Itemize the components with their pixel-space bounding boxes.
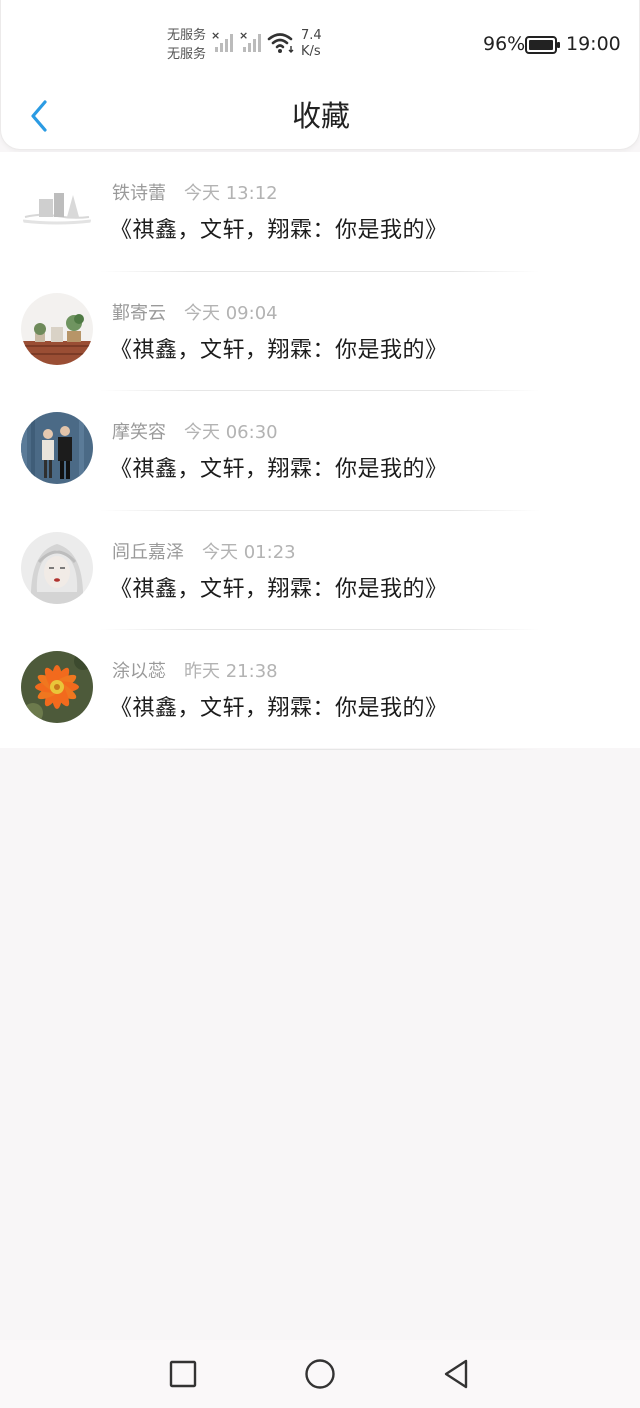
author-name: 涂以蕊 [112, 661, 166, 683]
home-button[interactable] [300, 1354, 340, 1394]
triangle-back-icon [444, 1359, 468, 1389]
network-speed-unit: K/s [301, 44, 321, 59]
avatar[interactable] [21, 412, 93, 485]
avatar[interactable] [21, 651, 93, 724]
item-time: 昨天 21:38 [184, 661, 278, 683]
item-meta: 涂以蕊 昨天 21:38 [112, 657, 278, 683]
carrier-status-line1: 无服务 [167, 28, 207, 43]
sketch-landscape-avatar [21, 173, 93, 245]
favorite-item[interactable]: 鄞寄云 今天 09:04 《祺鑫，文轩，翔霖：你是我的》 [0, 272, 640, 392]
favorite-item[interactable]: 涂以蕊 昨天 21:38 《祺鑫，文轩，翔霖：你是我的》 [0, 630, 640, 750]
favorite-item[interactable]: 摩笑容 今天 06:30 《祺鑫，文轩，翔霖：你是我的》 [0, 391, 640, 511]
system-nav-bar [0, 1340, 640, 1408]
wifi-icon [267, 33, 294, 53]
system-back-button[interactable] [436, 1354, 476, 1394]
network-speed-value: 7.4 [301, 28, 322, 43]
item-content: 《祺鑫，文轩，翔霖：你是我的》 [110, 337, 448, 363]
item-time: 今天 13:12 [184, 183, 278, 204]
item-content: 《祺鑫，文轩，翔霖：你是我的》 [110, 696, 448, 722]
avatar[interactable] [21, 292, 93, 365]
carrier-status: 无服务 无服务 [167, 26, 206, 64]
favorite-item[interactable]: 铁诗蕾 今天 13:12 《祺鑫，文轩，翔霖：你是我的》 [0, 152, 640, 272]
couple-photo-avatar [21, 412, 93, 485]
author-name: 铁诗蕾 [112, 183, 166, 204]
svg-text:×: × [239, 30, 248, 42]
item-content: 《祺鑫，文轩，翔霖：你是我的》 [110, 218, 448, 243]
divider [100, 748, 540, 750]
item-content: 《祺鑫，文轩，翔霖：你是我的》 [110, 576, 448, 602]
favorite-item[interactable]: 闾丘嘉泽 今天 01:23 《祺鑫，文轩，翔霖：你是我的》 [0, 511, 640, 631]
no-signal-icon-2: × [239, 30, 261, 52]
status-bar: 无服务 无服务 × × 7.4 K/s 96% 19:00 [1, 0, 640, 90]
page-title: 收藏 [291, 99, 350, 133]
item-meta: 闾丘嘉泽 今天 01:23 [112, 538, 296, 564]
potted-plants-avatar [21, 292, 93, 365]
svg-text:×: × [211, 30, 220, 42]
battery-icon [525, 36, 560, 54]
avatar[interactable] [21, 173, 93, 245]
no-signal-icon: × [211, 30, 233, 52]
recent-apps-button[interactable] [163, 1354, 203, 1394]
clock: 19:00 [566, 33, 621, 55]
author-name: 摩笑容 [112, 422, 166, 444]
item-time: 今天 06:30 [184, 422, 278, 444]
carrier-status-line2: 无服务 [167, 47, 207, 62]
avatar[interactable] [21, 531, 93, 604]
battery-percent: 96% [483, 33, 526, 55]
item-meta: 摩笑容 今天 06:30 [112, 418, 278, 444]
white-hair-portrait-avatar [21, 531, 93, 604]
circle-icon [305, 1359, 335, 1389]
author-name: 鄞寄云 [112, 302, 166, 324]
item-time: 今天 01:23 [202, 541, 296, 563]
favorites-list: 铁诗蕾 今天 13:12 《祺鑫，文轩，翔霖：你是我的》 鄞寄云 今天 09:0… [0, 152, 640, 750]
item-content: 《祺鑫，文轩，翔霖：你是我的》 [110, 457, 448, 483]
item-time: 今天 09:04 [184, 302, 278, 324]
item-meta: 铁诗蕾 今天 13:12 [112, 179, 278, 205]
orange-flower-avatar [21, 651, 93, 724]
square-icon [169, 1360, 197, 1388]
network-speed: 7.4 K/s [301, 28, 322, 60]
top-header: 无服务 无服务 × × 7.4 K/s 96% 19:00 收藏 [0, 0, 640, 150]
author-name: 闾丘嘉泽 [112, 541, 184, 563]
favorites-screen: 无服务 无服务 × × 7.4 K/s 96% 19:00 收藏 铁诗蕾 今天 … [0, 0, 640, 1408]
item-meta: 鄞寄云 今天 09:04 [112, 299, 278, 325]
